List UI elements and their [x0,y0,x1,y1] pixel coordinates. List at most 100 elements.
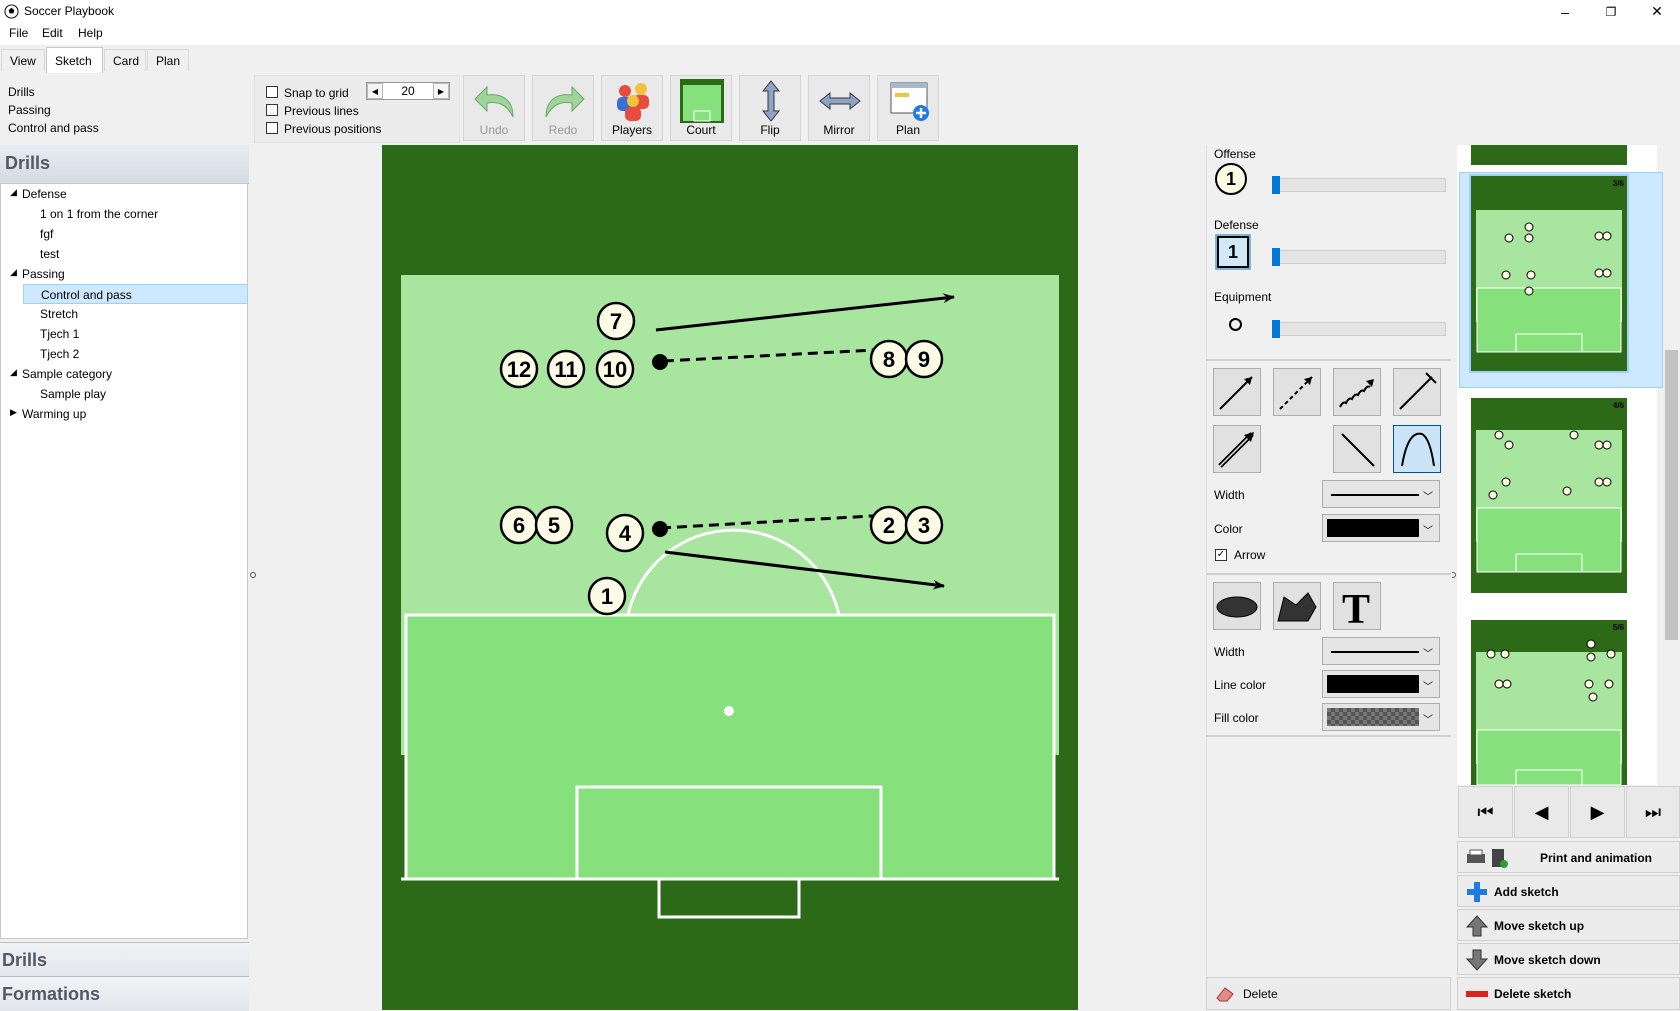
players-button[interactable]: Players [601,75,663,141]
tree-item[interactable]: Tjech 1 [1,324,248,344]
line-color-select[interactable]: ﹀ [1322,514,1440,542]
scrollbar-thumb[interactable] [1665,350,1678,640]
player-marker[interactable]: 7 [596,301,636,341]
player-marker[interactable]: 8 [869,339,909,379]
print-animation-button[interactable]: Print and animation [1457,841,1680,873]
previous-lines-checkbox[interactable] [266,104,278,116]
snap-to-grid-checkbox[interactable] [266,86,278,98]
grid-size-value[interactable]: 20 [401,84,414,98]
line-width-select[interactable]: ﹀ [1322,480,1440,508]
tree-item[interactable]: fgf [1,224,248,244]
drills-section-button[interactable]: Drills [0,942,249,977]
tree-item[interactable]: Stretch [1,304,248,324]
mirror-button[interactable]: Mirror [808,75,870,141]
next-sketch-button[interactable]: ▶ [1570,786,1625,838]
previous-sketch-button[interactable]: ◀ [1514,786,1569,838]
flip-button[interactable]: Flip [739,75,801,141]
solid-arrow-tool[interactable] [1213,368,1261,416]
shape-line-color-select[interactable]: ﹀ [1322,670,1440,698]
decrement-button[interactable]: ◀ [367,83,383,99]
offense-slider-thumb[interactable] [1272,176,1280,194]
move-sketch-up-button[interactable]: Move sketch up [1457,909,1680,941]
equipment-size-slider[interactable] [1272,322,1446,336]
delete-sketch-button[interactable]: Delete sketch [1457,977,1680,1010]
minimize-button[interactable]: – [1542,0,1588,23]
move-sketch-down-button[interactable]: Move sketch down [1457,943,1680,975]
ball-equipment-icon[interactable] [1229,318,1242,331]
undo-button[interactable]: Undo [463,75,525,141]
tree-item[interactable]: Control and pass [23,284,248,304]
arrow-checkbox[interactable]: ✓ [1215,549,1227,561]
sketch-canvas[interactable]: 7 10 11 12 8 9 6 5 4 2 3 1 [382,145,1078,1010]
close-button[interactable]: ✕ [1634,0,1680,23]
defense-slider-thumb[interactable] [1272,248,1280,266]
splitter-handle[interactable] [250,572,256,578]
dashed-arrow-tool[interactable] [1273,368,1321,416]
plan-button[interactable]: Plan [877,75,939,141]
player-marker[interactable]: 9 [904,339,944,379]
first-sketch-button[interactable]: ⏮ [1458,786,1513,838]
shape-width-select[interactable]: ﹀ [1322,637,1440,665]
player-marker[interactable]: 12 [499,349,539,389]
menu-edit[interactable]: Edit [42,26,63,40]
collapsed-arrow-icon[interactable]: ▶ [10,407,17,418]
sketch-thumbnail[interactable]: 3/6 [1469,174,1629,373]
defense-player-sample[interactable]: 1 [1215,234,1251,270]
tree-category[interactable]: ◢ Passing [1,264,248,284]
double-line-tool[interactable] [1213,425,1261,473]
player-marker[interactable]: 4 [605,513,645,553]
grid-size-stepper[interactable]: ◀ 20 ▶ [366,82,450,100]
sketch-thumbnail[interactable]: 5/6 [1471,620,1627,786]
formations-section-button[interactable]: Formations [0,976,249,1011]
player-marker[interactable]: 3 [904,505,944,545]
tree-item[interactable]: Sample play [1,384,248,404]
previous-icon: ◀ [1534,801,1549,822]
offense-player-sample[interactable]: 1 [1215,163,1247,195]
fill-color-select[interactable]: ﹀ [1322,703,1440,731]
tree-category[interactable]: ▶ Warming up [1,404,248,424]
previous-positions-checkbox[interactable] [266,122,278,134]
player-marker[interactable]: 1 [587,576,627,616]
player-marker[interactable]: 10 [595,349,635,389]
wavy-arrow-tool[interactable] [1333,368,1381,416]
player-marker[interactable]: 2 [869,505,909,545]
menu-file[interactable]: File [9,26,28,40]
polygon-tool[interactable] [1273,582,1321,630]
tree-item[interactable]: Tjech 2 [1,344,248,364]
delete-button[interactable]: Delete [1206,977,1451,1010]
tree-category[interactable]: ◢ Defense [1,184,248,204]
menu-help[interactable]: Help [78,26,103,40]
tree-item[interactable]: 1 on 1 from the corner [1,204,248,224]
block-line-tool[interactable] [1393,368,1441,416]
defense-size-slider[interactable] [1272,250,1446,264]
curve-line-tool[interactable] [1393,425,1441,473]
player-marker[interactable]: 6 [499,505,539,545]
expanded-arrow-icon[interactable]: ◢ [10,267,17,278]
title-bar [0,0,1680,23]
equipment-slider-thumb[interactable] [1272,320,1280,338]
add-sketch-button[interactable]: Add sketch [1457,875,1680,907]
player-marker[interactable]: 5 [534,505,574,545]
tree-category[interactable]: ◢ Sample category [1,364,248,384]
last-sketch-button[interactable]: ⏭ [1626,786,1680,838]
court-button[interactable]: Court [670,75,732,141]
tab-view[interactable]: View [1,49,45,71]
plain-line-tool[interactable] [1333,425,1381,473]
tab-plan[interactable]: Plan [147,49,189,71]
player-marker[interactable]: 11 [546,349,586,389]
tab-sketch[interactable]: Sketch [46,47,103,73]
text-tool[interactable]: T [1333,582,1381,633]
redo-button[interactable]: Redo [532,75,594,141]
ellipse-tool[interactable] [1213,582,1261,630]
sketch-thumbnail[interactable]: 4/6 [1471,398,1627,593]
ball[interactable] [652,354,668,370]
tree-item[interactable]: test [1,244,248,264]
tab-card[interactable]: Card [104,49,146,71]
offense-size-slider[interactable] [1272,178,1446,192]
thumbnail-partial[interactable] [1471,145,1627,165]
expanded-arrow-icon[interactable]: ◢ [10,187,17,198]
increment-button[interactable]: ▶ [432,83,449,99]
restore-button[interactable]: ❐ [1588,0,1634,23]
expanded-arrow-icon[interactable]: ◢ [10,367,17,378]
ball[interactable] [652,521,668,537]
